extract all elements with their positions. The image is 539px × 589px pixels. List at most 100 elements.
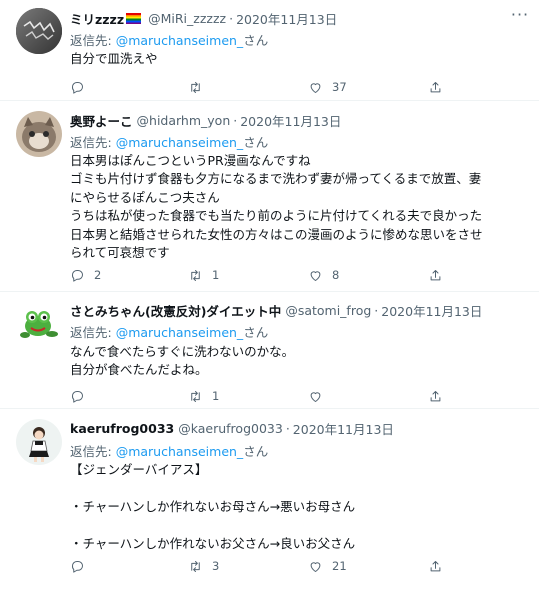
reply-count: 2 bbox=[94, 268, 102, 282]
like-count: 37 bbox=[332, 80, 347, 94]
user-handle[interactable]: @kaerufrog0033 bbox=[178, 421, 283, 436]
tweet-4[interactable]: kaerufrog0033 @kaerufrog0033 · 2020年11月1… bbox=[0, 409, 539, 589]
retweet-icon bbox=[191, 390, 200, 402]
share-button[interactable] bbox=[428, 556, 443, 576]
reply-context: 返信先: @maruchanseimen_さん bbox=[70, 441, 268, 460]
tweet-actions: 37 bbox=[62, 77, 502, 97]
user-handle[interactable]: @satomi_frog bbox=[285, 303, 371, 318]
reply-icon bbox=[71, 390, 83, 403]
tweet-1[interactable]: ミリzzzz @MiRi_zzzzz · 2020年11月13日 ··· 返信先… bbox=[0, 0, 539, 100]
separator-dot: · bbox=[229, 10, 234, 26]
tweet-date[interactable]: 2020年11月13日 bbox=[236, 9, 337, 28]
reply-icon bbox=[71, 81, 83, 94]
reply-context: 返信先: @maruchanseimen_さん bbox=[70, 30, 268, 49]
avatar[interactable] bbox=[16, 8, 62, 54]
share-button[interactable] bbox=[428, 386, 443, 406]
user-handle[interactable]: @MiRi_zzzzz bbox=[148, 11, 226, 26]
reply-icon bbox=[71, 560, 83, 573]
reply-mention[interactable]: @maruchanseimen_ bbox=[116, 135, 244, 150]
tweet-text-line: ゴミも片付けず食器も夕方になるまで洗わず妻が帰ってくるまで放置、妻 bbox=[70, 171, 482, 187]
tweet-text: 【ジェンダーバイアス】 ・チャーハンしか作れないお母さん→悪いお母さん ・チャー… bbox=[70, 461, 520, 553]
tweet-header: 奥野よーこ @hidarhm_yon · 2020年11月13日 bbox=[70, 111, 341, 129]
tweet-text-line: 自分が食べたんだよね。 bbox=[70, 362, 208, 378]
like-icon bbox=[310, 82, 321, 93]
reply-mention[interactable]: @maruchanseimen_ bbox=[116, 444, 244, 459]
tweet-actions: 3 21 bbox=[62, 556, 502, 576]
reply-prefix: 返信先: bbox=[70, 325, 116, 340]
like-button[interactable]: 21 bbox=[308, 556, 347, 576]
retweet-count: 3 bbox=[212, 559, 220, 573]
tweet-text: なんで食べたらすぐに洗わないのかな。 自分が食べたんだよね。 bbox=[70, 343, 520, 380]
like-icon bbox=[310, 270, 321, 281]
share-icon bbox=[430, 269, 441, 280]
reply-prefix: 返信先: bbox=[70, 33, 116, 48]
tweet-date[interactable]: 2020年11月13日 bbox=[240, 111, 341, 130]
share-icon bbox=[430, 560, 441, 571]
avatar-image bbox=[16, 419, 62, 465]
separator-dot: · bbox=[233, 112, 238, 128]
like-button[interactable]: 37 bbox=[308, 77, 347, 97]
reply-suffix: さん bbox=[243, 135, 269, 150]
tweet-text: 日本男はぽんこつというPR漫画なんですね ゴミも片付けず食器も夕方になるまで洗わ… bbox=[70, 152, 520, 262]
retweet-button[interactable] bbox=[188, 77, 222, 97]
share-icon bbox=[430, 81, 441, 92]
display-name[interactable]: kaerufrog0033 bbox=[70, 421, 174, 436]
reply-button[interactable] bbox=[70, 386, 104, 406]
tweet-header: kaerufrog0033 @kaerufrog0033 · 2020年11月1… bbox=[70, 419, 394, 437]
share-button[interactable] bbox=[428, 265, 443, 285]
reply-suffix: さん bbox=[243, 33, 269, 48]
tweet-text-line: うちは私が使った食器でも当たり前のように片付けてくれる夫で良かった bbox=[70, 208, 483, 224]
tweet-text-line: られて可哀想です bbox=[70, 245, 170, 261]
retweet-icon bbox=[191, 81, 200, 93]
reply-suffix: さん bbox=[243, 325, 269, 340]
display-name[interactable]: 奥野よーこ bbox=[70, 111, 133, 130]
rainbow-flag-icon bbox=[126, 12, 142, 24]
retweet-count: 1 bbox=[212, 389, 220, 403]
share-button[interactable] bbox=[428, 77, 443, 97]
user-handle[interactable]: @hidarhm_yon bbox=[137, 113, 231, 128]
tweet-text: 自分で皿洗えや bbox=[70, 50, 520, 68]
retweet-button[interactable]: 1 bbox=[188, 265, 222, 285]
reply-context: 返信先: @maruchanseimen_さん bbox=[70, 132, 268, 151]
tweet-text-line: 自分で皿洗えや bbox=[70, 51, 158, 66]
tweet-text-line: 【ジェンダーバイアス】 bbox=[70, 462, 208, 477]
tweet-date[interactable]: 2020年11月13日 bbox=[381, 301, 482, 320]
tweet-date[interactable]: 2020年11月13日 bbox=[293, 419, 394, 438]
retweet-icon bbox=[191, 560, 200, 572]
avatar[interactable] bbox=[16, 111, 62, 157]
reply-mention[interactable]: @maruchanseimen_ bbox=[116, 33, 244, 48]
like-button[interactable]: 8 bbox=[308, 265, 342, 285]
share-icon bbox=[430, 390, 441, 401]
display-name[interactable]: さとみちゃん(改憲反対)ダイエット中 bbox=[70, 301, 281, 320]
like-count: 8 bbox=[332, 268, 340, 282]
tweet-actions: 1 bbox=[62, 386, 502, 406]
avatar[interactable] bbox=[16, 419, 62, 465]
retweet-button[interactable]: 1 bbox=[188, 386, 222, 406]
tweet-text-line: 日本男はぽんこつというPR漫画なんですね bbox=[70, 153, 311, 168]
more-icon[interactable]: ··· bbox=[510, 7, 530, 26]
reply-button[interactable] bbox=[70, 77, 104, 97]
retweet-button[interactable]: 3 bbox=[188, 556, 222, 576]
display-name[interactable]: ミリzzzz bbox=[70, 9, 124, 28]
like-button[interactable] bbox=[308, 386, 342, 406]
tweet-text-line: にやらせるぽんこつ夫さん bbox=[70, 189, 220, 205]
tweet-3[interactable]: さとみちゃん(改憲反対)ダイエット中 @satomi_frog · 2020年1… bbox=[0, 292, 539, 408]
avatar-image bbox=[16, 8, 62, 54]
tweet-2[interactable]: 奥野よーこ @hidarhm_yon · 2020年11月13日 返信先: @m… bbox=[0, 101, 539, 291]
tweet-header: ミリzzzz @MiRi_zzzzz · 2020年11月13日 bbox=[70, 9, 337, 27]
retweet-icon bbox=[191, 269, 200, 281]
like-icon bbox=[310, 391, 321, 402]
reply-icon bbox=[71, 269, 83, 282]
avatar[interactable] bbox=[16, 300, 62, 346]
tweet-text-line: なんで食べたらすぐに洗わないのかな。 bbox=[70, 344, 295, 359]
tweet-text-line: 日本男と結婚させられた女性の方々はこの漫画のように惨めな思いをさせ bbox=[70, 226, 483, 242]
tweet-actions: 2 1 8 bbox=[62, 265, 502, 285]
reply-mention[interactable]: @maruchanseimen_ bbox=[116, 325, 244, 340]
reply-button[interactable] bbox=[70, 556, 104, 576]
reply-suffix: さん bbox=[243, 444, 269, 459]
like-count: 21 bbox=[332, 559, 347, 573]
like-icon bbox=[310, 561, 321, 572]
reply-button[interactable]: 2 bbox=[70, 265, 104, 285]
